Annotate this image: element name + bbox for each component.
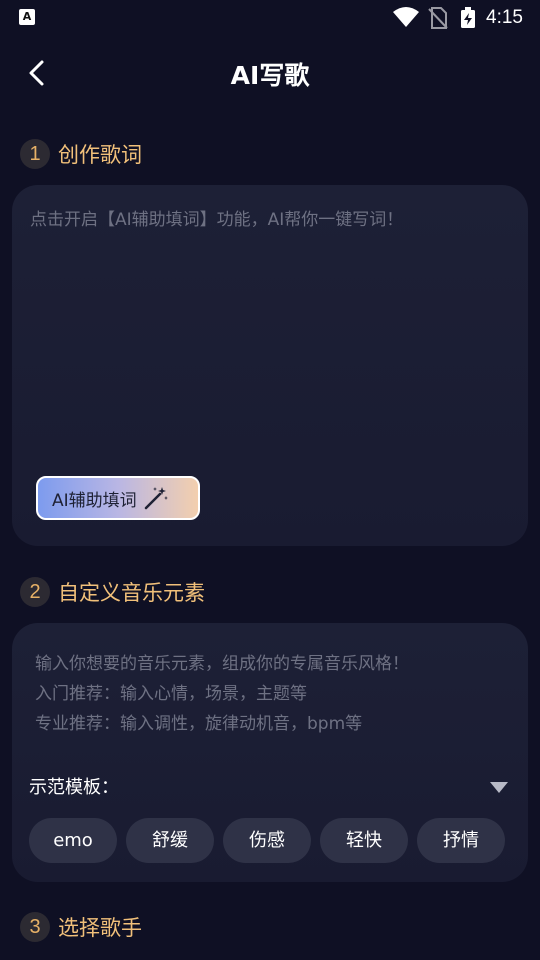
chip-lyrical[interactable]: 抒情 (417, 818, 505, 863)
lyrics-placeholder: 点击开启【AI辅助填词】功能，AI帮你一键写词！ (30, 210, 404, 230)
placeholder-line: 入门推荐：输入心情，场景，主题等 (35, 684, 307, 704)
placeholder-line: 输入你想要的音乐元素，组成你的专属音乐风格！ (35, 654, 409, 674)
section-header-lyrics: 1 创作歌词 (20, 138, 142, 170)
step-number: 1 (20, 139, 50, 169)
section-header-singer: 3 选择歌手 (20, 911, 142, 943)
music-elements-card[interactable]: 输入你想要的音乐元素，组成你的专属音乐风格！ 入门推荐：输入心情，场景，主题等 … (12, 623, 528, 882)
wifi-icon (393, 7, 419, 27)
status-bar: A 4:15 (0, 0, 540, 36)
placeholder-line: 专业推荐：输入调性，旋律动机音，bpm等 (35, 714, 363, 734)
step-number: 3 (20, 912, 50, 942)
section-title: 选择歌手 (58, 916, 142, 940)
magic-wand-icon (144, 487, 168, 510)
section-title: 创作歌词 (58, 143, 142, 167)
step-number: 2 (20, 577, 50, 607)
chip-sad[interactable]: 伤感 (223, 818, 311, 863)
chip-soothing[interactable]: 舒缓 (126, 818, 214, 863)
lyrics-input-card[interactable]: 点击开启【AI辅助填词】功能，AI帮你一键写词！ AI辅助填词 (12, 185, 528, 546)
status-time: 4:15 (486, 7, 523, 28)
app-notification-icon: A (19, 9, 35, 25)
ai-button-label: AI辅助填词 (52, 490, 137, 511)
music-elements-placeholder: 输入你想要的音乐元素，组成你的专属音乐风格！ 入门推荐：输入心情，场景，主题等 … (35, 649, 409, 739)
triangle-down-icon[interactable] (489, 780, 509, 794)
template-label: 示范模板： (29, 777, 119, 798)
ai-lyrics-assist-button[interactable]: AI辅助填词 (36, 476, 200, 520)
section-header-music-elements: 2 自定义音乐元素 (20, 576, 205, 608)
chip-upbeat[interactable]: 轻快 (320, 818, 408, 863)
battery-charging-icon (461, 7, 475, 28)
header: AI写歌 (0, 44, 540, 100)
no-sim-icon (428, 7, 448, 29)
template-chips: emo 舒缓 伤感 轻快 抒情 (29, 818, 514, 863)
chip-emo[interactable]: emo (29, 818, 117, 863)
section-title: 自定义音乐元素 (58, 581, 205, 605)
page-title: AI写歌 (230, 61, 310, 90)
